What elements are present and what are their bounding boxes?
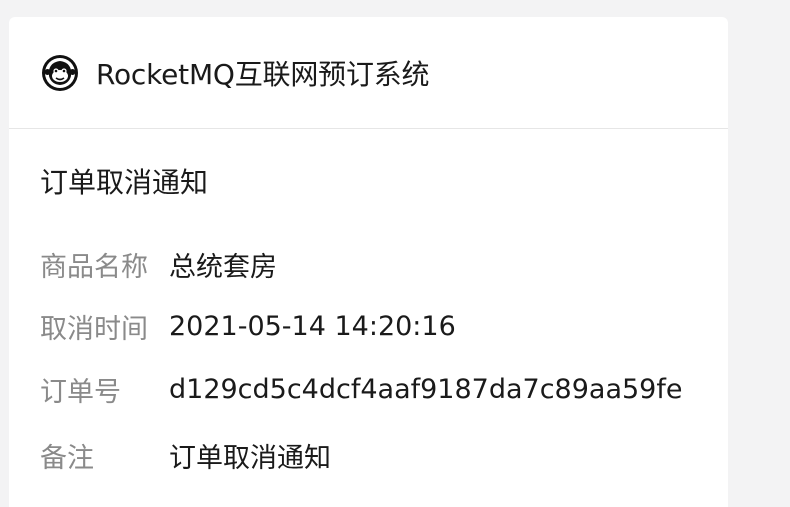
detail-value: 2021-05-14 14:20:16: [169, 310, 456, 342]
detail-row-remark: 备注 订单取消通知: [40, 435, 331, 475]
detail-row-cancel-time: 取消时间 2021-05-14 14:20:16: [40, 306, 456, 346]
detail-label: 商品名称: [40, 251, 148, 283]
detail-row-order-number: 订单号 d129cd5c4dcf4aaf9187da7c89aa59fe: [40, 369, 682, 409]
detail-value: 总统套房: [169, 251, 277, 283]
detail-value: d129cd5c4dcf4aaf9187da7c89aa59fe: [169, 373, 683, 405]
detail-label: 订单号: [40, 376, 121, 408]
detail-row-product-name: 商品名称 总统套房: [40, 244, 277, 284]
detail-value: 订单取消通知: [169, 442, 331, 474]
detail-label: 备注: [40, 442, 94, 474]
notice-details: 商品名称 总统套房 取消时间 2021-05-14 14:20:16 订单号 d…: [9, 17, 728, 507]
detail-label: 取消时间: [40, 313, 148, 345]
